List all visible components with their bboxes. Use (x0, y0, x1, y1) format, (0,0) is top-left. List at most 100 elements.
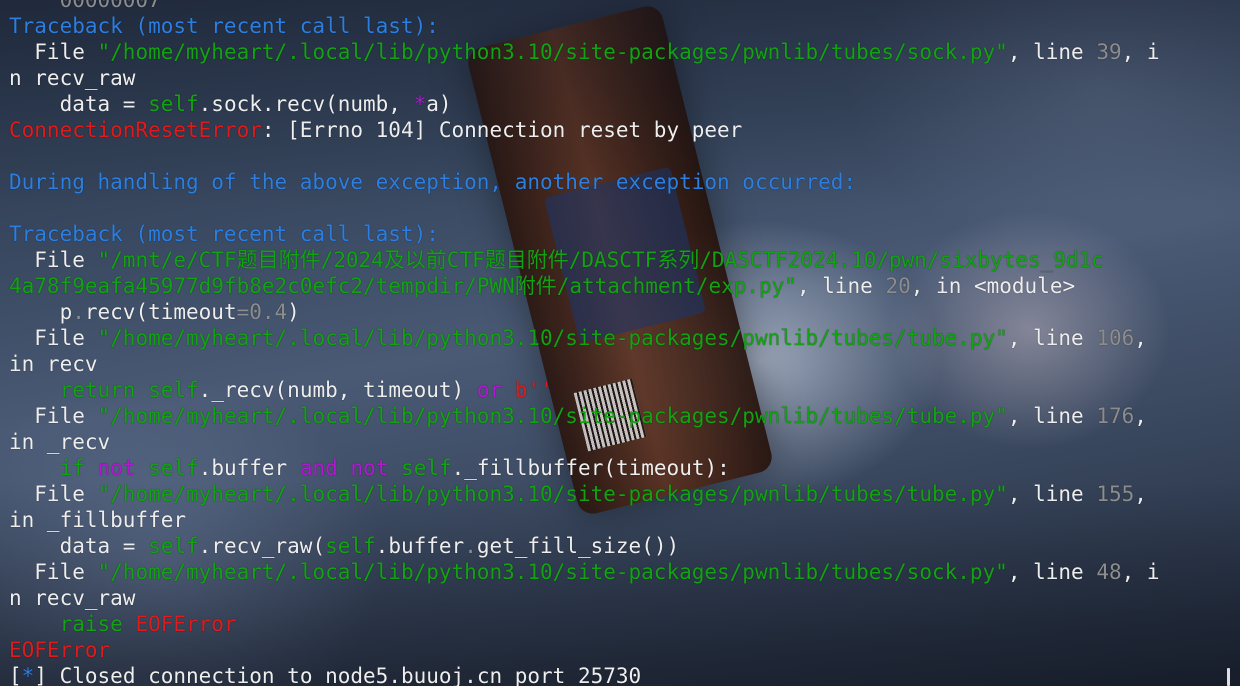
terminal-text: not (97, 456, 136, 480)
terminal-text: 4a78f9eafa45977d9fb8e2c0efc2/tempdir/PWN… (9, 274, 797, 298)
terminal-text: "/home/myheart/.local/lib/python3.10/sit… (97, 482, 1008, 506)
terminal-text: self (148, 534, 199, 558)
terminal-text: not (350, 456, 389, 480)
terminal-text: ) (287, 300, 300, 324)
terminal-text: : [Errno 104] Connection reset by peer (261, 118, 743, 142)
terminal-text: * (21, 664, 35, 686)
terminal-line: n recv_raw (9, 65, 1160, 91)
terminal-line: 4a78f9eafa45977d9fb8e2c0efc2/tempdir/PWN… (9, 273, 1160, 299)
terminal-window[interactable]: 00000007 Traceback (most recent call last… (0, 0, 1240, 686)
terminal-text: , line (1007, 404, 1097, 428)
terminal-line: ConnectionResetError: [Errno 104] Connec… (9, 117, 1160, 143)
terminal-line: n recv_raw (9, 585, 1160, 611)
terminal-line: Traceback (most recent call last): (9, 13, 1160, 39)
terminal-text: "/home/myheart/.local/lib/python3.10/sit… (97, 40, 1008, 64)
terminal-text: , i (1121, 40, 1160, 64)
terminal-text: and (299, 456, 338, 480)
terminal-line: 00000007 (9, 0, 1160, 13)
terminal-text: * (413, 92, 427, 116)
terminal-line: data = self.sock.recv(numb, *a) (9, 91, 1160, 117)
terminal-text: raise (59, 612, 123, 636)
terminal-text: File (9, 326, 98, 350)
terminal-text: "/home/myheart/.local/lib/python3.10/sit… (97, 326, 1008, 350)
terminal-text: in _recv (9, 430, 111, 454)
terminal-text: 155 (1096, 482, 1135, 506)
terminal-text: in recv (9, 352, 98, 376)
terminal-line: in recv (9, 351, 1160, 377)
terminal-text: get_fill_size()) (476, 534, 680, 558)
terminal-text: File (9, 560, 98, 584)
terminal-text: 106 (1096, 326, 1135, 350)
terminal-text: if (59, 456, 85, 480)
terminal-text: Traceback (most recent call last): (9, 222, 439, 246)
terminal-text: .sock.recv(numb, (198, 92, 414, 116)
terminal-text: . (464, 534, 477, 558)
terminal-text: , line (1007, 326, 1097, 350)
terminal-text: During handling of the above exception, … (9, 170, 857, 194)
terminal-text: 00000007 (9, 0, 161, 12)
terminal-line: EOFError (9, 637, 1160, 663)
terminal-text: ._fillbuffer(timeout): (451, 456, 730, 480)
terminal-text: File (9, 482, 98, 506)
terminal-text: recv(timeout (84, 300, 237, 324)
terminal-text: p (9, 300, 73, 324)
terminal-line: File "/home/myheart/.local/lib/python3.1… (9, 325, 1160, 351)
terminal-line: data = self.recv_raw(self.buffer.get_fil… (9, 533, 1160, 559)
terminal-line: During handling of the above exception, … (9, 169, 1160, 195)
terminal-text: File (9, 248, 98, 272)
terminal-text: [ (9, 664, 22, 686)
terminal-text: , (1134, 404, 1147, 428)
terminal-text: return (59, 378, 136, 402)
terminal-line: return self._recv(numb, timeout) or b'' (9, 377, 1160, 403)
terminal-text: 176 (1096, 404, 1135, 428)
terminal-line: File "/mnt/e/CTF题目附件/2024及以前CTF题目附件/DASC… (9, 247, 1160, 273)
terminal-text: ._recv(numb, timeout) (198, 378, 477, 402)
terminal-text: ] Closed connection to node5.buuoj.cn po… (34, 664, 642, 686)
terminal-text: , (1134, 482, 1147, 506)
terminal-text: .buffer (375, 534, 465, 558)
terminal-line: raise EOFError (9, 611, 1160, 637)
terminal-text: , line (796, 274, 886, 298)
terminal-text: self (325, 534, 376, 558)
terminal-text: 20 (885, 274, 911, 298)
terminal-text: =0.4 (236, 300, 288, 324)
terminal-text: data = (9, 92, 149, 116)
terminal-text: in _fillbuffer (9, 508, 187, 532)
terminal-text: self (148, 92, 199, 116)
terminal-line: File "/home/myheart/.local/lib/python3.1… (9, 559, 1160, 585)
terminal-output[interactable]: 00000007 Traceback (most recent call last… (9, 0, 1160, 686)
terminal-text: n recv_raw (9, 586, 136, 610)
terminal-line: Traceback (most recent call last): (9, 221, 1160, 247)
terminal-text: self (148, 456, 199, 480)
terminal-text: , i (1121, 560, 1160, 584)
terminal-text: .buffer (198, 456, 300, 480)
terminal-line: File "/home/myheart/.local/lib/python3.1… (9, 39, 1160, 65)
terminal-text: ConnectionResetError (9, 118, 262, 142)
terminal-text: 48 (1096, 560, 1122, 584)
terminal-line: in _recv (9, 429, 1160, 455)
terminal-text: EOFError (9, 638, 111, 662)
terminal-text: Traceback (most recent call last): (9, 14, 439, 38)
terminal-text: , (1134, 326, 1147, 350)
terminal-text: n recv_raw (9, 66, 136, 90)
terminal-text: , line (1007, 560, 1097, 584)
scrollbar-thumb[interactable] (1227, 668, 1230, 686)
terminal-text: "/mnt/e/CTF题目附件/2024及以前CTF题目附件/DASCTF系列/… (97, 248, 1104, 272)
terminal-line: File "/home/myheart/.local/lib/python3.1… (9, 481, 1160, 507)
terminal-text: b'' (514, 378, 553, 402)
terminal-text: EOFError (135, 612, 237, 636)
terminal-text: , line (1007, 482, 1097, 506)
terminal-line: [*] Closed connection to node5.buuoj.cn … (9, 663, 1160, 686)
terminal-text: . (72, 300, 85, 324)
